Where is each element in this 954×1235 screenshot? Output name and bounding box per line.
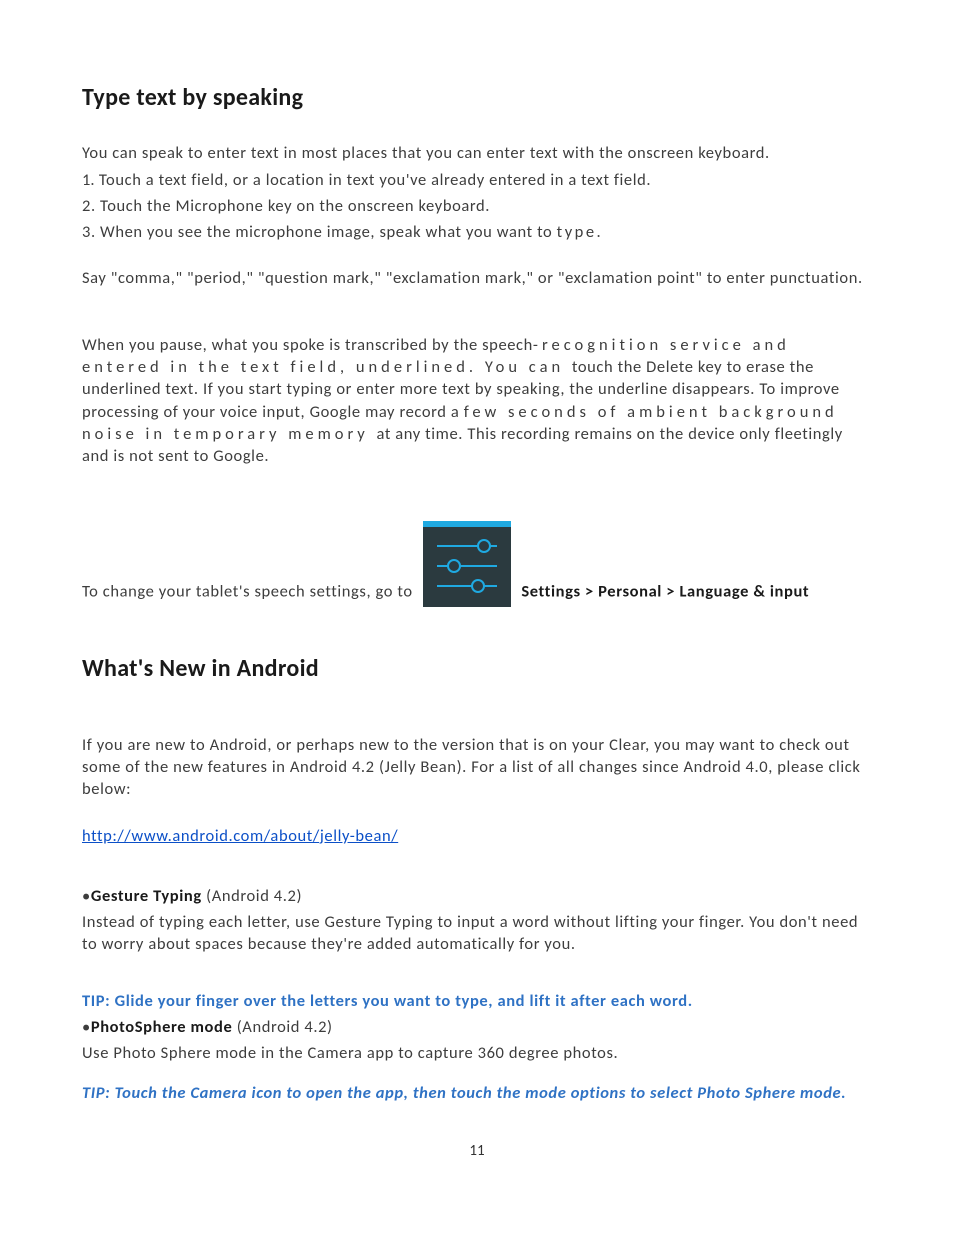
- step-1-prefix: 1.: [82, 170, 95, 190]
- step-1: 1. Touch a text field, or a location in …: [82, 169, 872, 191]
- transcribe-block: When you pause, what you spoke is transc…: [82, 334, 872, 468]
- punctuation-block: Say "comma," "period," "question mark," …: [82, 267, 872, 289]
- whats-new-intro: If you are new to Android, or perhaps ne…: [82, 734, 872, 801]
- feature-1-version: (Android 4.2): [202, 886, 302, 906]
- intro-block: You can speak to enter text in most plac…: [82, 142, 872, 243]
- transcribe-text: When you pause, what you spoke is transc…: [82, 334, 872, 468]
- settings-line: To change your tablet's speech settings,…: [82, 521, 872, 603]
- transcribe-a: When you pause, what you spoke is transc…: [82, 335, 533, 355]
- feature-2-version: (Android 4.2): [232, 1017, 332, 1037]
- jelly-bean-link[interactable]: http://www.android.com/about/jelly-bean/: [82, 826, 398, 846]
- step-3a: 3. When you see the microphone image, sp…: [82, 222, 557, 242]
- heading-type-text-by-speaking: Type text by speaking: [82, 82, 872, 114]
- feature-photosphere: •PhotoSphere mode (Android 4.2) Use Phot…: [82, 1016, 872, 1065]
- feature-gesture-typing: •Gesture Typing (Android 4.2) Instead of…: [82, 885, 872, 956]
- heading-whats-new: What's New in Android: [82, 653, 872, 685]
- feature-1-title: Gesture Typing: [91, 886, 202, 906]
- punctuation-text: Say "comma," "period," "question mark," …: [82, 267, 872, 289]
- settings-path: Settings > Personal > Language & input: [521, 582, 809, 602]
- feature-2-body: Use Photo Sphere mode in the Camera app …: [82, 1042, 872, 1064]
- page-number: 11: [0, 1142, 954, 1160]
- feature-1-body: Instead of typing each letter, use Gestu…: [82, 911, 872, 956]
- document-page: Type text by speaking You can speak to e…: [0, 0, 954, 1105]
- settings-sliders-icon: [423, 521, 511, 607]
- feature-1-header: •Gesture Typing (Android 4.2): [82, 885, 872, 907]
- step-1-text: Touch a text field, or a location in tex…: [99, 170, 651, 190]
- whats-new-intro-text: If you are new to Android, or perhaps ne…: [82, 734, 872, 801]
- step-3b: type.: [557, 222, 604, 242]
- step-2: 2. Touch the Microphone key on the onscr…: [82, 195, 872, 217]
- settings-before: To change your tablet's speech settings,…: [82, 582, 417, 602]
- tip-gesture-typing: TIP: Glide your finger over the letters …: [82, 990, 872, 1012]
- intro-text: You can speak to enter text in most plac…: [82, 142, 872, 164]
- tip-photosphere: TIP: Touch the Camera icon to open the a…: [82, 1082, 872, 1104]
- step-3: 3. When you see the microphone image, sp…: [82, 221, 872, 243]
- feature-2-header: •PhotoSphere mode (Android 4.2): [82, 1016, 872, 1038]
- feature-2-title: PhotoSphere mode: [91, 1017, 233, 1037]
